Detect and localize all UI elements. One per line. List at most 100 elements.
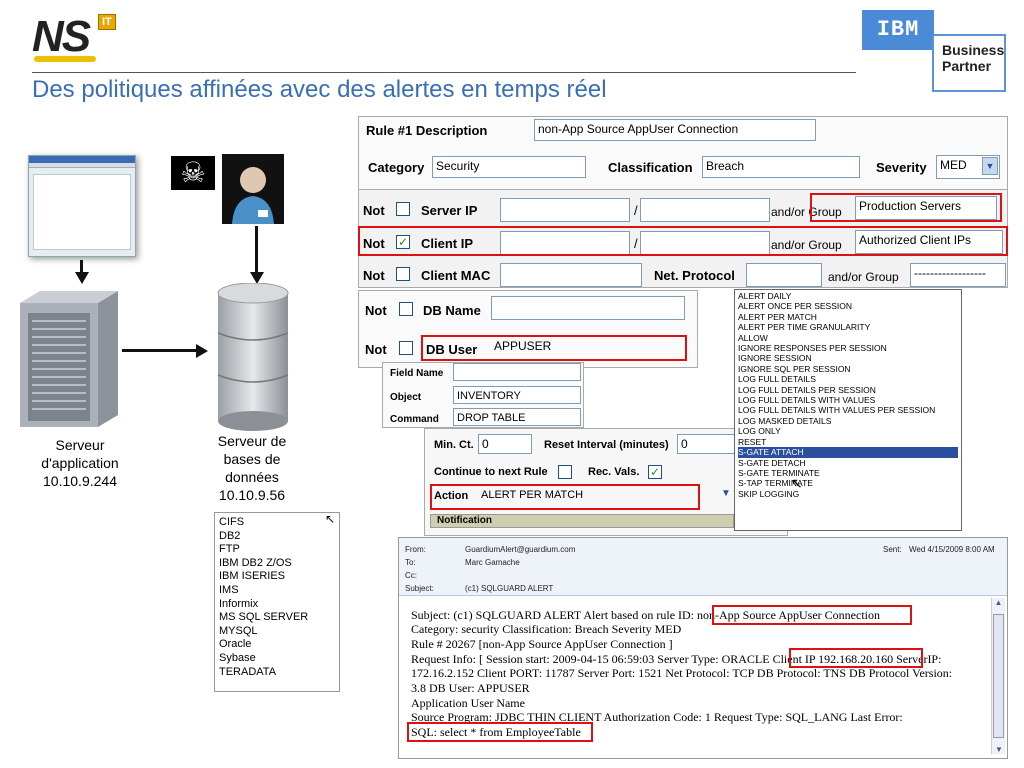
list-item[interactable]: DB2 (219, 530, 335, 544)
menu-item[interactable]: ALERT DAILY (738, 291, 958, 301)
not-label: Not (365, 342, 387, 357)
app-server-caption: Serveur d'application 10.10.9.244 (20, 436, 140, 490)
server-ip-label: Server IP (421, 203, 478, 218)
menu-item[interactable]: S-GATE TERMINATE (738, 468, 958, 478)
list-item[interactable]: TERADATA (219, 666, 335, 680)
menu-item[interactable]: S-GATE DETACH (738, 458, 958, 468)
partner-line1: Business (942, 42, 1005, 58)
rec-vals-label: Rec. Vals. (588, 466, 640, 478)
menu-item[interactable]: LOG FULL DETAILS WITH VALUES PER SESSION (738, 405, 958, 415)
list-item[interactable]: FTP (219, 543, 335, 557)
email-body-line: 172.16.2.152 Client PORT: 11787 Server P… (411, 666, 953, 680)
menu-item[interactable]: LOG FULL DETAILS PER SESSION (738, 385, 958, 395)
ns-it-logo: NS IT (32, 12, 116, 62)
category-field[interactable]: Security (432, 156, 586, 178)
command-label: Command (390, 414, 439, 425)
list-item[interactable]: Sybase (219, 652, 335, 666)
not-label: Not (363, 203, 385, 218)
rule-description-field[interactable]: non-App Source AppUser Connection (534, 119, 816, 141)
list-item[interactable]: IBM DB2 Z/OS (219, 557, 335, 571)
rec-vals-checkbox[interactable]: ✓ (648, 465, 662, 479)
caption-line: d'application (41, 455, 119, 471)
menu-item[interactable]: LOG FULL DETAILS (738, 374, 958, 384)
severity-select[interactable]: MED ▼ (936, 155, 1000, 179)
scroll-up-icon[interactable]: ▲ (992, 598, 1005, 607)
menu-item[interactable]: LOG FULL DETAILS WITH VALUES (738, 395, 958, 405)
client-mac-not-checkbox[interactable] (396, 267, 410, 281)
from-value: GuardiumAlert@guardium.com (465, 545, 576, 554)
db-name-not-checkbox[interactable] (399, 302, 413, 316)
client-ip-highlight (358, 226, 1008, 256)
list-item[interactable]: Informix (219, 598, 335, 612)
object-label: Object (390, 392, 422, 403)
classification-label: Classification (608, 160, 693, 175)
app-server-icon (14, 287, 124, 431)
mac-group-field[interactable]: ------------------ (910, 263, 1006, 287)
classification-field[interactable]: Breach (702, 156, 860, 178)
cursor-icon: ↖ (324, 512, 335, 526)
db-user-highlight (421, 335, 687, 361)
ibm-brand: IBM (862, 10, 934, 50)
client-ip-email-highlight (789, 648, 923, 668)
menu-item[interactable]: IGNORE RESPONSES PER SESSION (738, 343, 958, 353)
chevron-down-icon[interactable]: ▼ (721, 488, 731, 499)
menu-item[interactable]: IGNORE SESSION (738, 353, 958, 363)
caption-line: 10.10.9.56 (218, 487, 286, 503)
db-user-not-checkbox[interactable] (399, 341, 413, 355)
email-body-line: 3.8 DB User: APPUSER (411, 681, 530, 695)
scroll-thumb[interactable] (993, 614, 1004, 738)
logo-badge: IT (98, 14, 116, 30)
continue-checkbox[interactable] (558, 465, 572, 479)
email-body-line: Rule # 20267 [non-App Source AppUser Con… (411, 637, 673, 651)
db-type-list[interactable]: CIFS DB2 FTP IBM DB2 Z/OS IBM ISERIES IM… (214, 512, 340, 692)
menu-item[interactable]: ALERT PER TIME GRANULARITY (738, 322, 958, 332)
field-name-field[interactable] (453, 363, 581, 381)
list-item[interactable]: IBM ISERIES (219, 570, 335, 584)
list-item[interactable]: IMS (219, 584, 335, 598)
menu-item[interactable]: ALLOW (738, 333, 958, 343)
menu-item[interactable]: RESET (738, 437, 958, 447)
action-dropdown-list[interactable]: ALERT DAILY ALERT ONCE PER SESSION ALERT… (734, 289, 962, 531)
partner-line2: Partner (942, 58, 992, 74)
net-protocol-field[interactable] (746, 263, 822, 287)
db-name-field[interactable] (491, 296, 685, 320)
server-ip-not-checkbox[interactable] (396, 202, 410, 216)
menu-item[interactable]: S-TAP TERMINATE (738, 478, 958, 488)
alert-email-window: From: GuardiumAlert@guardium.com Sent: W… (398, 537, 1008, 759)
menu-item[interactable]: ALERT ONCE PER SESSION (738, 301, 958, 311)
arrow-down-db (255, 226, 258, 274)
server-ip-from-field[interactable] (500, 198, 630, 222)
email-body-line: Category: security Classification: Breac… (411, 622, 682, 636)
skull-icon: ☠ (171, 156, 215, 190)
scroll-down-icon[interactable]: ▼ (992, 745, 1006, 754)
server-ip-to-field[interactable] (640, 198, 770, 222)
to-label: To: (405, 558, 416, 567)
caption-line: Serveur de (217, 433, 287, 449)
list-item[interactable]: CIFS (219, 516, 335, 530)
page-title: Des politiques affinées avec des alertes… (32, 76, 607, 103)
min-ct-field[interactable]: 0 (478, 434, 532, 454)
severity-label: Severity (876, 160, 927, 175)
menu-item-selected[interactable]: S-GATE ATTACH (738, 447, 958, 458)
menu-item[interactable]: IGNORE SQL PER SESSION (738, 364, 958, 374)
menu-item[interactable]: SKIP LOGGING (738, 489, 958, 499)
reset-interval-field[interactable]: 0 (677, 434, 735, 454)
arrow-head-right (196, 344, 208, 358)
client-mac-field[interactable] (500, 263, 642, 287)
command-field[interactable]: DROP TABLE (453, 408, 581, 426)
caption-line: 10.10.9.244 (43, 473, 117, 489)
action-highlight (430, 484, 700, 510)
logo-text: NS (32, 12, 91, 61)
sql-highlight (407, 722, 593, 742)
min-ct-label: Min. Ct. (434, 439, 474, 451)
menu-item[interactable]: ALERT PER MATCH (738, 312, 958, 322)
object-field[interactable]: INVENTORY (453, 386, 581, 404)
list-item[interactable]: MS SQL SERVER (219, 611, 335, 625)
menu-item[interactable]: LOG ONLY (738, 426, 958, 436)
list-item[interactable]: Oracle (219, 638, 335, 652)
menu-item[interactable]: LOG MASKED DETAILS (738, 416, 958, 426)
email-scrollbar[interactable]: ▲ ▼ (991, 598, 1005, 754)
list-item[interactable]: MYSQL (219, 625, 335, 639)
sent-value: Wed 4/15/2009 8:00 AM (909, 545, 995, 554)
slash-separator: / (634, 203, 638, 218)
